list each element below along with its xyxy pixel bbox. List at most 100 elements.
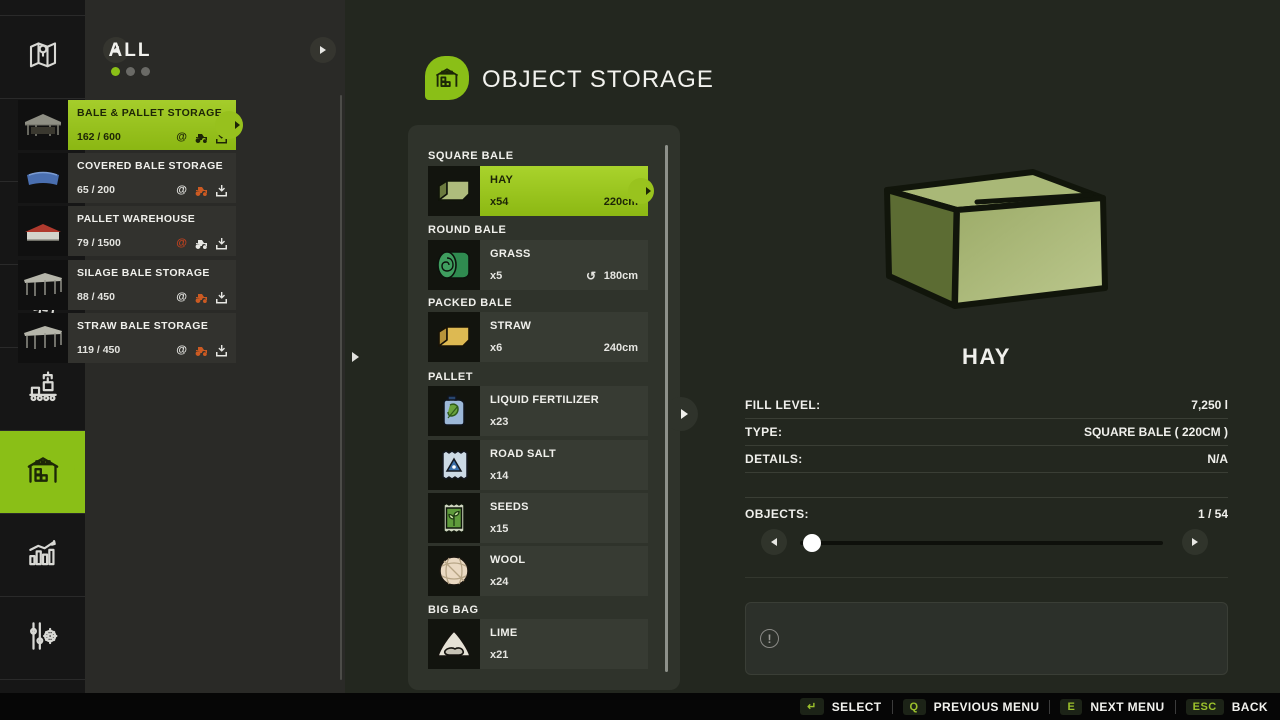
warehouse-icon — [23, 450, 63, 495]
download-icon — [215, 238, 228, 250]
detail-value: 7,250 l — [1191, 398, 1228, 412]
shelter-thumbnail — [18, 313, 68, 363]
page-title: OBJECT STORAGE — [482, 66, 714, 94]
detail-value: N/A — [1207, 452, 1228, 466]
loading-trigger-icon: @ — [176, 344, 187, 357]
covered-storage-thumbnail — [18, 153, 68, 203]
left-panel-scrollbar[interactable] — [340, 95, 342, 680]
action-label: PREVIOUS MENU — [934, 700, 1040, 714]
page-dot — [126, 67, 135, 76]
action-next-menu[interactable]: E NEXT MENU — [1060, 699, 1164, 715]
detail-row-fill-level: FILL LEVEL: 7,250 l — [745, 392, 1228, 419]
next-page-button[interactable] — [310, 37, 336, 63]
object-row-liquid-fertilizer[interactable]: LIQUID FERTILIZER x23 — [428, 386, 648, 436]
object-name: LIQUID FERTILIZER — [490, 394, 638, 406]
section-label: ROUND BALE — [428, 224, 506, 236]
selected-item-arrow-icon — [235, 121, 240, 129]
object-size: 240cm — [604, 342, 638, 354]
action-label: BACK — [1232, 700, 1268, 714]
tractor-icon — [194, 185, 208, 196]
tractor-icon — [194, 345, 208, 356]
wool-ball-thumbnail — [428, 546, 480, 596]
q-key-badge: Q — [903, 699, 926, 715]
detail-value: SQUARE BALE ( 220CM ) — [1084, 425, 1228, 439]
category-title: ALL — [0, 40, 260, 62]
object-row-grass[interactable]: GRASS x5 ↺ 180cm — [428, 240, 648, 290]
object-name: STRAW — [490, 320, 638, 332]
objects-count-row: OBJECTS: 1 / 54 — [745, 497, 1228, 521]
object-name: WOOL — [490, 554, 638, 566]
detail-label: DETAILS: — [745, 452, 803, 466]
objects-slider-track[interactable] — [800, 541, 1163, 545]
loading-trigger-icon: @ — [176, 131, 187, 144]
object-row-wool[interactable]: WOOL x24 — [428, 546, 648, 596]
storage-item-pallet-warehouse[interactable]: PALLET WAREHOUSE 79 / 1500 @ — [18, 206, 236, 256]
storage-item-silage-bale[interactable]: SILAGE BALE STORAGE 88 / 450 @ — [18, 260, 236, 310]
object-size: 180cm — [604, 270, 638, 282]
enter-key-badge: ↵ — [800, 698, 824, 715]
action-previous-menu[interactable]: Q PREVIOUS MENU — [903, 699, 1040, 715]
object-count: x21 — [490, 649, 508, 661]
page-dot — [141, 67, 150, 76]
left-panel-expand-arrow-icon[interactable] — [352, 352, 359, 362]
fermentation-timer-icon: ↺ — [586, 269, 596, 283]
object-count: x6 — [490, 342, 502, 354]
divider — [1175, 700, 1176, 714]
detail-row-type: TYPE: SQUARE BALE ( 220CM ) — [745, 419, 1228, 446]
detail-row-details: DETAILS: N/A — [745, 446, 1228, 473]
object-count: x54 — [490, 196, 508, 208]
action-back[interactable]: ESC BACK — [1186, 699, 1268, 715]
storage-item-count: 162 / 600 — [77, 131, 121, 143]
storage-item-count: 65 / 200 — [77, 184, 115, 196]
divider — [1049, 700, 1050, 714]
storage-item-name: COVERED BALE STORAGE — [77, 160, 227, 172]
settings-icon — [24, 617, 62, 660]
download-icon — [215, 185, 228, 197]
section-label: SQUARE BALE — [428, 150, 514, 162]
action-select[interactable]: ↵ SELECT — [800, 698, 881, 715]
object-name: SEEDS — [490, 501, 638, 513]
object-count: x15 — [490, 523, 508, 535]
object-name: LIME — [490, 627, 638, 639]
storage-item-covered-bale[interactable]: COVERED BALE STORAGE 65 / 200 @ — [18, 153, 236, 203]
object-list-scrollbar[interactable] — [665, 145, 668, 672]
tractor-icon — [194, 132, 208, 143]
divider — [745, 577, 1228, 578]
object-row-straw[interactable]: STRAW x6 240cm — [428, 312, 648, 362]
object-name: GRASS — [490, 248, 638, 260]
sidebar-item-settings[interactable] — [0, 596, 85, 679]
info-box: ! — [745, 602, 1228, 675]
object-name: ROAD SALT — [490, 448, 638, 460]
storage-item-count: 119 / 450 — [77, 344, 120, 356]
chevron-left-icon — [771, 538, 777, 546]
object-panel-expand-arrow-icon[interactable] — [681, 409, 688, 419]
storage-item-name: STRAW BALE STORAGE — [77, 320, 227, 332]
square-bale-thumbnail — [428, 166, 480, 216]
production-icon — [24, 368, 62, 411]
loading-trigger-icon: @ — [176, 291, 187, 304]
divider — [892, 700, 893, 714]
section-label: PALLET — [428, 371, 473, 383]
detail-label: FILL LEVEL: — [745, 398, 821, 412]
storage-item-straw-bale[interactable]: STRAW BALE STORAGE 119 / 450 @ — [18, 313, 236, 363]
sidebar-item-storage[interactable] — [0, 430, 85, 513]
loading-trigger-icon: @ — [176, 184, 187, 197]
object-row-hay[interactable]: HAY x54 220cm — [428, 166, 648, 216]
road-salt-bag-thumbnail — [428, 440, 480, 490]
object-row-lime[interactable]: LIME x21 — [428, 619, 648, 669]
e-key-badge: E — [1060, 699, 1082, 715]
object-row-seeds[interactable]: SEEDS x15 — [428, 493, 648, 543]
object-storage-icon — [425, 56, 469, 100]
storage-item-bale-pallet[interactable]: BALE & PALLET STORAGE 162 / 600 @ — [18, 100, 236, 150]
slider-decrement-button[interactable] — [761, 529, 787, 555]
object-count: x5 — [490, 270, 502, 282]
objects-slider-handle[interactable] — [803, 534, 821, 552]
storage-item-name: PALLET WAREHOUSE — [77, 213, 227, 225]
object-row-road-salt[interactable]: ROAD SALT x14 — [428, 440, 648, 490]
lime-bag-thumbnail — [428, 619, 480, 669]
sidebar-item-statistics[interactable] — [0, 513, 85, 596]
round-bale-thumbnail — [428, 240, 480, 290]
object-name: HAY — [490, 174, 638, 186]
section-label: PACKED BALE — [428, 297, 512, 309]
slider-increment-button[interactable] — [1182, 529, 1208, 555]
